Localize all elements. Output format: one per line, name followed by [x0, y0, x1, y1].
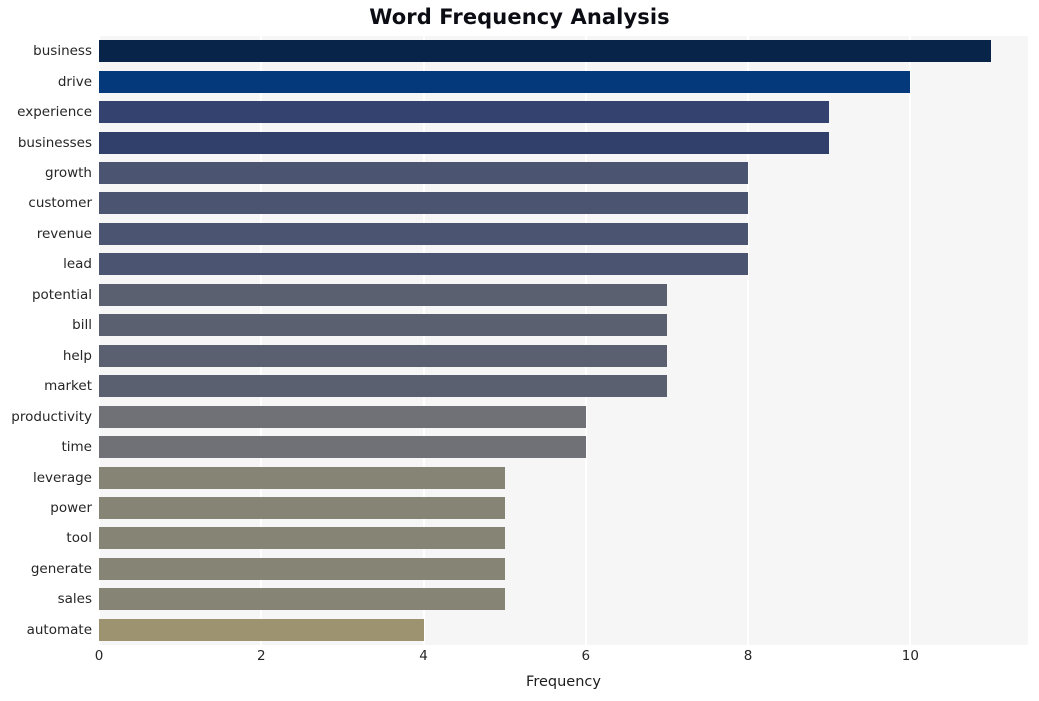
x-tick-label-6: 6	[581, 648, 591, 664]
bar-generate	[99, 557, 505, 580]
y-tick-label-lead: lead	[63, 256, 92, 273]
x-tick-label-8: 8	[743, 648, 753, 664]
bar-revenue	[99, 222, 749, 245]
bar-sales	[99, 588, 505, 611]
bar-potential	[99, 283, 667, 306]
y-tick-label-tool: tool	[66, 530, 92, 547]
y-tick-label-sales: sales	[57, 591, 92, 608]
y-tick-label-time: time	[61, 439, 92, 456]
bar-drive	[99, 70, 911, 93]
gridline-x-4	[422, 36, 425, 645]
x-tick-label-10: 10	[901, 648, 919, 664]
y-tick-label-generate: generate	[30, 560, 92, 577]
plot-area	[99, 36, 1028, 645]
word-frequency-chart: Word Frequency Analysis business drive exp…	[0, 0, 1039, 701]
bar-automate	[99, 618, 424, 641]
gridline-x-2	[260, 36, 263, 645]
bar-businesses	[99, 131, 830, 154]
y-tick-label-bill: bill	[72, 317, 92, 334]
bar-growth	[99, 162, 749, 185]
y-tick-label-growth: growth	[45, 165, 92, 182]
chart-title: Word Frequency Analysis	[369, 5, 670, 29]
bar-productivity	[99, 405, 586, 428]
y-tick-label-businesses: businesses	[17, 134, 92, 151]
gridline-x-10	[909, 36, 912, 645]
y-tick-label-leverage: leverage	[32, 469, 92, 486]
bar-tool	[99, 527, 505, 550]
y-tick-label-market: market	[44, 378, 92, 395]
y-axis-tick-labels: business drive experience businesses growth c…	[0, 36, 92, 645]
bar-lead	[99, 253, 749, 276]
x-axis-tick-labels: 0 2 4 6 8 10	[0, 648, 1039, 670]
bar-time	[99, 436, 586, 459]
bar-leverage	[99, 466, 505, 489]
y-tick-label-revenue: revenue	[36, 225, 92, 242]
bar-market	[99, 375, 667, 398]
bar-help	[99, 344, 667, 367]
y-tick-label-productivity: productivity	[11, 408, 92, 425]
x-tick-label-2: 2	[256, 648, 266, 664]
bar-bill	[99, 314, 667, 337]
y-tick-label-drive: drive	[57, 73, 92, 90]
y-tick-label-business: business	[33, 43, 92, 60]
gridline-x-8	[747, 36, 750, 645]
bar-business	[99, 40, 992, 63]
y-tick-label-automate: automate	[26, 621, 92, 638]
x-tick-label-0: 0	[94, 648, 104, 664]
y-tick-label-help: help	[62, 347, 92, 364]
y-tick-label-experience: experience	[17, 104, 92, 121]
bar-power	[99, 496, 505, 519]
gridline-x-0	[99, 36, 100, 645]
x-axis-title: Frequency	[526, 674, 601, 690]
y-tick-label-potential: potential	[31, 286, 92, 303]
bar-experience	[99, 101, 830, 124]
gridline-x-6	[584, 36, 587, 645]
bar-customer	[99, 192, 749, 215]
x-tick-label-4: 4	[419, 648, 428, 664]
y-tick-label-power: power	[50, 499, 92, 516]
y-tick-label-customer: customer	[28, 195, 92, 212]
